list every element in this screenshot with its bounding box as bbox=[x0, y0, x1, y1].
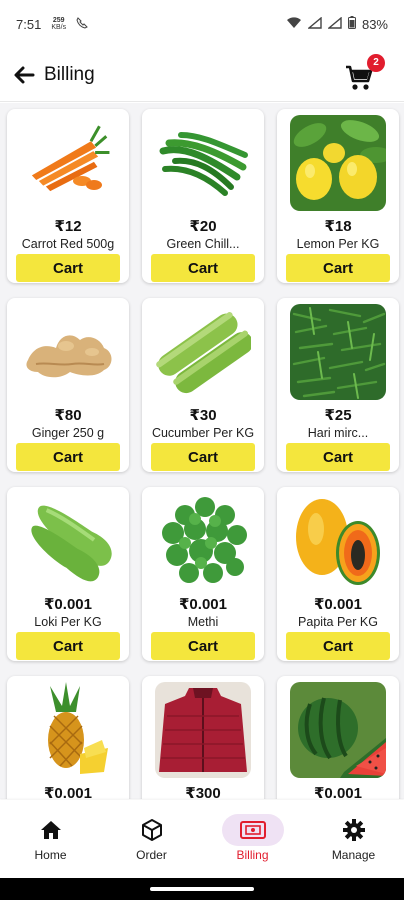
product-card[interactable]: ₹0.001 bbox=[7, 676, 129, 799]
add-to-cart-button[interactable]: Cart bbox=[151, 254, 255, 282]
arrow-left-icon bbox=[14, 66, 35, 83]
add-to-cart-button[interactable]: Cart bbox=[151, 443, 255, 471]
product-name: Ginger 250 g bbox=[31, 426, 105, 440]
nav-item-manage[interactable]: Manage bbox=[303, 800, 404, 878]
product-card[interactable]: ₹0.001 bbox=[277, 676, 399, 799]
page-title: Billing bbox=[44, 63, 95, 85]
pineapple-image bbox=[20, 682, 116, 778]
product-price: ₹0.001 bbox=[44, 785, 92, 799]
battery-icon bbox=[347, 16, 356, 32]
back-button[interactable] bbox=[12, 63, 36, 87]
product-price: ₹300 bbox=[185, 785, 221, 799]
add-to-cart-button[interactable]: Cart bbox=[16, 632, 120, 660]
wifi-icon bbox=[286, 16, 302, 32]
nav-label: Billing bbox=[236, 848, 269, 862]
add-to-cart-button[interactable]: Cart bbox=[286, 254, 390, 282]
gear-icon bbox=[323, 814, 385, 846]
signal-icon-2 bbox=[327, 16, 342, 32]
product-name: Methi bbox=[187, 615, 219, 629]
papaya-image bbox=[290, 493, 386, 589]
app-bar: Billing 2 bbox=[0, 48, 404, 102]
product-card[interactable]: ₹25 Hari mirc... Cart bbox=[277, 298, 399, 472]
product-name: Cucumber Per KG bbox=[151, 426, 255, 440]
nav-item-billing[interactable]: Billing bbox=[202, 800, 303, 878]
product-name: Papita Per KG bbox=[298, 615, 378, 629]
product-price: ₹0.001 bbox=[44, 596, 92, 613]
product-card[interactable]: ₹20 Green Chill... Cart bbox=[142, 109, 264, 283]
product-card[interactable]: ₹80 Ginger 250 g Cart bbox=[7, 298, 129, 472]
add-to-cart-button[interactable]: Cart bbox=[286, 443, 390, 471]
cart-count-badge: 2 bbox=[367, 53, 385, 72]
methi-leaves-image bbox=[155, 493, 251, 589]
nav-label: Manage bbox=[331, 848, 376, 862]
add-to-cart-button[interactable]: Cart bbox=[151, 632, 255, 660]
product-name: Loki Per KG bbox=[34, 615, 102, 629]
product-price: ₹20 bbox=[189, 218, 217, 235]
green-chilli-image bbox=[155, 115, 251, 211]
product-price: ₹0.001 bbox=[314, 596, 362, 613]
nav-item-order[interactable]: Order bbox=[101, 800, 202, 878]
product-card[interactable]: ₹300 bbox=[142, 676, 264, 799]
product-card[interactable]: ₹18 Lemon Per KG Cart bbox=[277, 109, 399, 283]
product-card[interactable]: ₹30 Cucumber Per KG Cart bbox=[142, 298, 264, 472]
product-price: ₹0.001 bbox=[314, 785, 362, 799]
nav-label: Order bbox=[136, 848, 167, 862]
nav-label: Home bbox=[34, 848, 67, 862]
bottle-gourd-image bbox=[20, 493, 116, 589]
product-card[interactable]: ₹0.001 Methi Cart bbox=[142, 487, 264, 661]
status-time: 7:51 bbox=[16, 16, 42, 32]
product-price: ₹30 bbox=[189, 407, 217, 424]
call-icon bbox=[76, 16, 88, 32]
product-name: Carrot Red 500g bbox=[21, 237, 115, 251]
product-name: Hari mirc... bbox=[307, 426, 369, 440]
battery-percent: 83% bbox=[361, 16, 388, 32]
product-card[interactable]: ₹0.001 Loki Per KG Cart bbox=[7, 487, 129, 661]
network-speed-value: 259 bbox=[52, 17, 65, 24]
add-to-cart-button[interactable]: Cart bbox=[16, 254, 120, 282]
home-gesture-handle[interactable] bbox=[150, 887, 254, 891]
product-price: ₹25 bbox=[324, 407, 352, 424]
product-card[interactable]: ₹0.001 Papita Per KG Cart bbox=[277, 487, 399, 661]
red-jacket-image bbox=[155, 682, 251, 778]
carrot-image bbox=[20, 115, 116, 211]
product-list[interactable]: ₹12 Carrot Red 500g Cart ₹20 Green Chill… bbox=[0, 103, 404, 799]
add-to-cart-button[interactable]: Cart bbox=[16, 443, 120, 471]
product-card[interactable]: ₹12 Carrot Red 500g Cart bbox=[7, 109, 129, 283]
box-icon bbox=[121, 814, 183, 846]
product-name: Green Chill... bbox=[166, 237, 240, 251]
system-navigation-bar bbox=[0, 878, 404, 900]
status-bar: 7:51 259 KB/s 83% bbox=[0, 0, 404, 48]
product-price: ₹12 bbox=[54, 218, 82, 235]
product-price: ₹80 bbox=[54, 407, 82, 424]
network-speed: 259 KB/s bbox=[51, 17, 66, 31]
nav-item-home[interactable]: Home bbox=[0, 800, 101, 878]
watermelon-image bbox=[290, 682, 386, 778]
hari-mirch-image bbox=[290, 304, 386, 400]
lemon-image bbox=[290, 115, 386, 211]
cart-button[interactable]: 2 bbox=[344, 53, 385, 91]
bottom-navigation: Home Order Billing Manage bbox=[0, 800, 404, 878]
add-to-cart-button[interactable]: Cart bbox=[286, 632, 390, 660]
billing-icon bbox=[221, 814, 284, 846]
network-speed-unit: KB/s bbox=[51, 24, 67, 31]
signal-icon bbox=[307, 16, 322, 32]
cucumber-image bbox=[155, 304, 251, 400]
home-icon bbox=[20, 814, 82, 846]
product-price: ₹18 bbox=[324, 218, 352, 235]
product-name: Lemon Per KG bbox=[296, 237, 380, 251]
product-price: ₹0.001 bbox=[179, 596, 227, 613]
ginger-image bbox=[20, 304, 116, 400]
